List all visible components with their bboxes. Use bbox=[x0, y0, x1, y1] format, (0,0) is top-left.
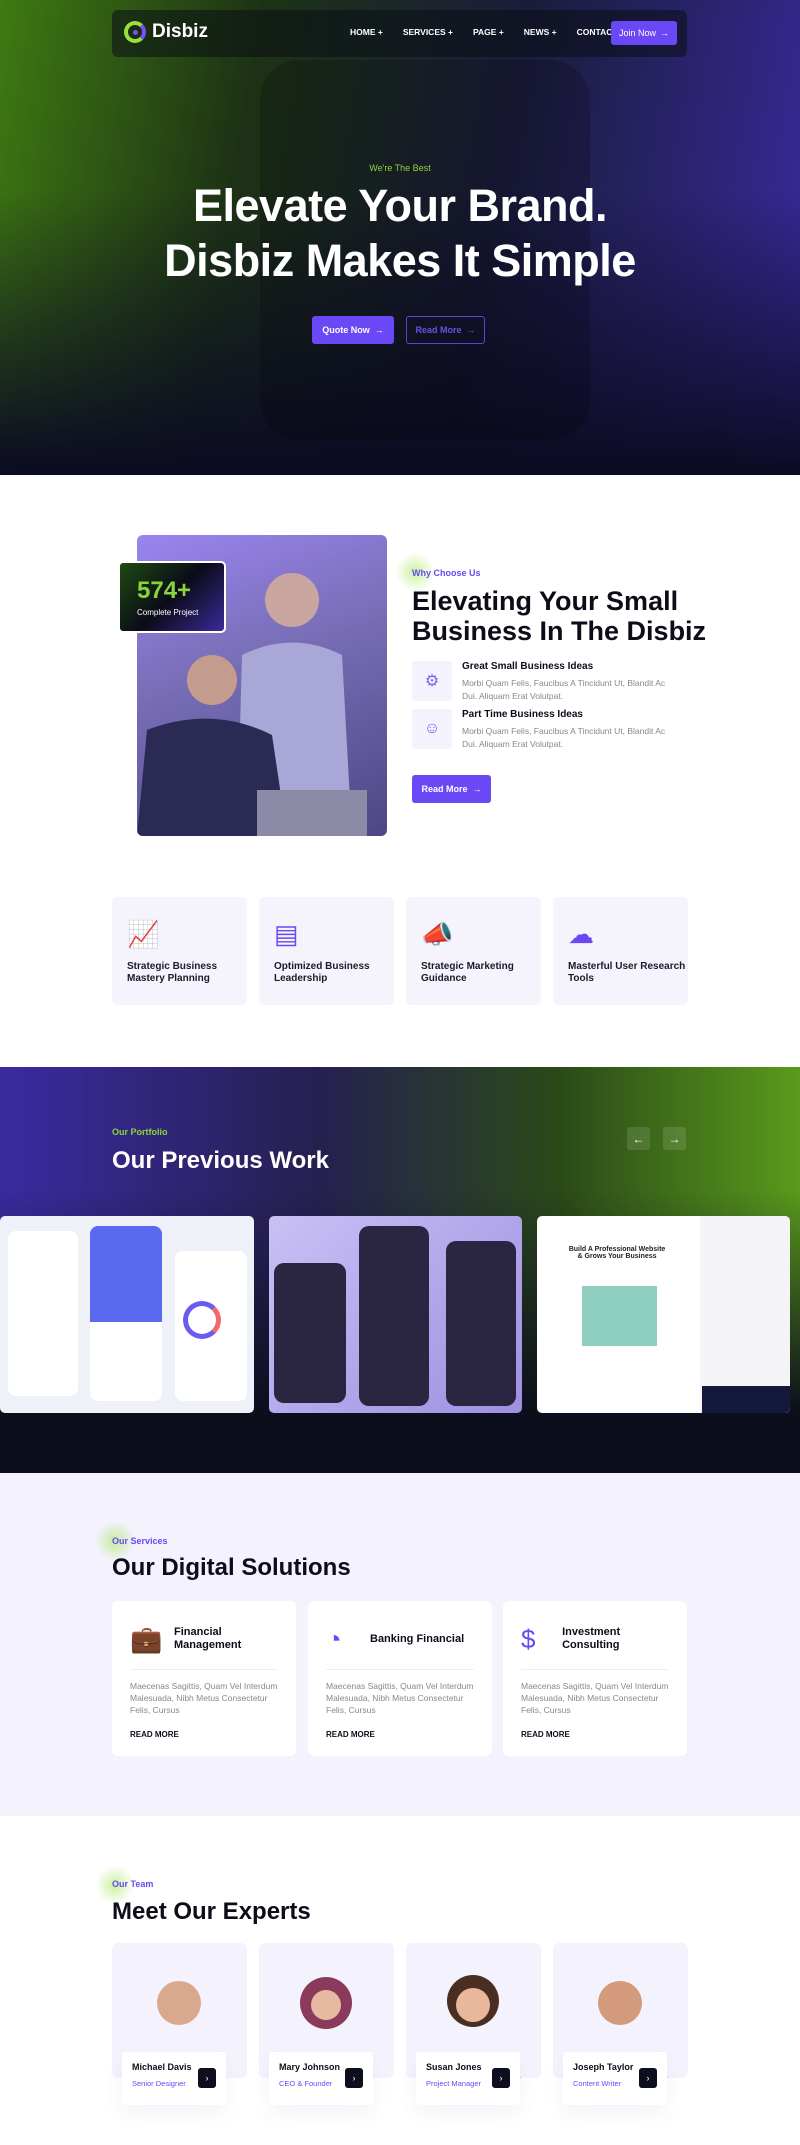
team-title: Meet Our Experts bbox=[112, 1898, 311, 1925]
nav-news[interactable]: NEWS + bbox=[524, 27, 557, 37]
item-text: Morbi Quam Felis, Faucibus A Tincidunt U… bbox=[462, 678, 666, 701]
chevron-right-button[interactable]: › bbox=[492, 2068, 510, 2088]
portfolio-card-gaming[interactable] bbox=[269, 1216, 522, 1413]
feature-title: Optimized Business Leadership bbox=[274, 961, 370, 984]
badge-number: 574+ bbox=[137, 577, 192, 604]
quote-now-button[interactable]: Quote Now → bbox=[312, 316, 394, 344]
chevron-right-button[interactable]: › bbox=[345, 2068, 363, 2088]
about-title-line-2: Business In The Disbiz bbox=[412, 616, 707, 646]
about-read-more-button[interactable]: Read More → bbox=[412, 775, 491, 803]
report-pie-icon: ◔ bbox=[326, 1623, 342, 1654]
read-more-label: Read More bbox=[415, 325, 462, 335]
briefcase-icon: 💼 bbox=[130, 1623, 163, 1654]
item-title: Great Small Business Ideas bbox=[462, 661, 594, 672]
service-card: ◔ Banking Financial Maecenas Sagittis, Qu… bbox=[308, 1601, 492, 1756]
leadership-icon: ▤ bbox=[274, 919, 299, 949]
read-more-button[interactable]: Read More → bbox=[406, 316, 485, 344]
service-text: Maecenas Sagittis, Quam Vel Interdum Mal… bbox=[521, 1681, 669, 1715]
brand-name: Disbiz bbox=[152, 21, 208, 42]
brand-logo[interactable]: Disbiz bbox=[124, 21, 208, 43]
arrow-right-icon: → bbox=[466, 325, 476, 335]
read-more-label: Read More bbox=[421, 784, 468, 794]
item-title: Part Time Business Ideas bbox=[462, 709, 583, 720]
feature-card[interactable]: 📣 Strategic Marketing Guidance bbox=[406, 897, 541, 1005]
megaphone-icon: 📣 bbox=[421, 919, 454, 949]
projects-badge: 574+ Complete Project bbox=[118, 561, 226, 633]
team-member-card: Michael Davis Senior Designer › bbox=[122, 2052, 226, 2105]
services-title: Our Digital Solutions bbox=[112, 1554, 351, 1581]
prev-arrow-button[interactable]: ← bbox=[627, 1127, 650, 1150]
feature-title: Strategic Business Mastery Planning bbox=[127, 961, 218, 984]
chevron-right-button[interactable]: › bbox=[639, 2068, 657, 2088]
worker-icon: ☺ bbox=[412, 709, 452, 749]
team-eyebrow: Our Team bbox=[112, 1879, 154, 1889]
arrow-right-icon: → bbox=[668, 1131, 681, 1146]
service-card: 💼 Financial Management Maecenas Sagittis,… bbox=[112, 1601, 296, 1756]
growth-chart-icon: 📈 bbox=[127, 919, 160, 949]
services-section: Our Services Our Digital Solutions 💼 Fina… bbox=[0, 1473, 800, 1816]
service-text: Maecenas Sagittis, Quam Vel Interdum Mal… bbox=[130, 1681, 278, 1715]
hero-title-line-1: Elevate Your Brand. bbox=[193, 180, 607, 231]
services-eyebrow: Our Services bbox=[112, 1536, 168, 1546]
next-arrow-button[interactable]: → bbox=[663, 1127, 686, 1150]
hero-section: Disbiz HOME + SERVICES + PAGE + NEWS + C… bbox=[0, 0, 800, 475]
team-member-card: Mary Johnson CEO & Founder › bbox=[269, 2052, 373, 2105]
item-text: Morbi Quam Felis, Faucibus A Tincidunt U… bbox=[462, 726, 666, 749]
service-title: Financial Management bbox=[174, 1626, 242, 1651]
nav-page[interactable]: PAGE + bbox=[473, 27, 504, 37]
cloud-network-icon: ☁ bbox=[568, 919, 594, 949]
about-eyebrow: Why Choose Us bbox=[412, 568, 481, 578]
service-title: Banking Financial bbox=[370, 1632, 465, 1645]
mockup-heading-line-2: & Grows Your Business bbox=[577, 1253, 657, 1260]
about-item: ⚙ Great Small Business Ideas Morbi Quam F… bbox=[412, 661, 672, 703]
team-member-card: Susan Jones Project Manager › bbox=[416, 2052, 520, 2105]
arrow-right-icon: → bbox=[472, 784, 482, 794]
portfolio-card-wallet[interactable] bbox=[0, 1216, 254, 1413]
ideas-icon: ⚙ bbox=[412, 661, 452, 701]
service-card: $ Investment Consulting Maecenas Sagittis… bbox=[503, 1601, 687, 1756]
nav-home[interactable]: HOME + bbox=[350, 27, 383, 37]
hero-title: Elevate Your Brand. Disbiz Makes It Simp… bbox=[0, 178, 800, 288]
arrow-right-icon: → bbox=[374, 325, 384, 335]
feature-title: Strategic Marketing Guidance bbox=[421, 961, 514, 984]
service-title: Investment Consulting bbox=[562, 1626, 621, 1651]
arrow-right-icon: → bbox=[660, 28, 669, 38]
service-text: Maecenas Sagittis, Quam Vel Interdum Mal… bbox=[326, 1681, 474, 1715]
about-title-line-1: Elevating Your Small bbox=[412, 586, 679, 616]
portfolio-section: Our Portfolio Our Previous Work ← → Buil… bbox=[0, 1067, 800, 1473]
read-more-link[interactable]: READ MORE bbox=[130, 1730, 278, 1739]
feature-title: Masterful User Research Tools bbox=[568, 961, 686, 984]
mockup-heading-line-1: Build A Professional Website bbox=[568, 1246, 666, 1253]
read-more-link[interactable]: READ MORE bbox=[326, 1730, 474, 1739]
nav-services[interactable]: SERVICES + bbox=[403, 27, 453, 37]
logo-icon bbox=[124, 21, 146, 43]
feature-card[interactable]: ☁ Masterful User Research Tools bbox=[553, 897, 688, 1005]
quote-now-label: Quote Now bbox=[322, 325, 370, 335]
arrow-left-icon: ← bbox=[632, 1131, 645, 1146]
badge-label: Complete Project bbox=[137, 608, 199, 617]
feature-card[interactable]: ▤ Optimized Business Leadership bbox=[259, 897, 394, 1005]
navbar: Disbiz HOME + SERVICES + PAGE + NEWS + C… bbox=[112, 10, 687, 57]
investment-icon: $ bbox=[521, 1623, 536, 1654]
hero-eyebrow: We're The Best bbox=[369, 163, 431, 173]
hero-title-line-2: Disbiz Makes It Simple bbox=[164, 235, 636, 286]
about-title: Elevating Your Small Business In The Dis… bbox=[412, 586, 706, 646]
portfolio-eyebrow: Our Portfolio bbox=[112, 1127, 168, 1137]
portfolio-title: Our Previous Work bbox=[112, 1147, 329, 1174]
team-member-card: Joseph Taylor Content Writer › bbox=[563, 2052, 667, 2105]
portfolio-card-website[interactable]: Build A Professional Website & Grows You… bbox=[537, 1216, 790, 1413]
join-now-button[interactable]: Join Now → bbox=[611, 21, 677, 45]
about-item: ☺ Part Time Business Ideas Morbi Quam Fel… bbox=[412, 709, 672, 751]
join-now-label: Join Now bbox=[618, 28, 656, 38]
chevron-right-button[interactable]: › bbox=[198, 2068, 216, 2088]
feature-card[interactable]: 📈 Strategic Business Mastery Planning bbox=[112, 897, 247, 1005]
read-more-link[interactable]: READ MORE bbox=[521, 1730, 669, 1739]
